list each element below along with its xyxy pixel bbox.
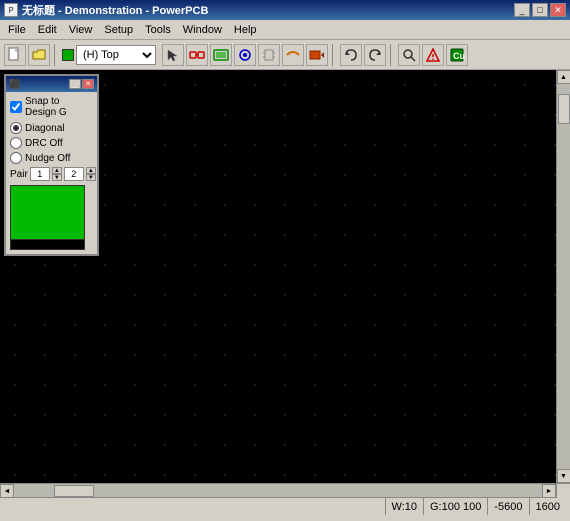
- maximize-button[interactable]: □: [532, 3, 548, 17]
- open-button[interactable]: [28, 44, 50, 66]
- pair-row: Pair ▲ ▼ ▲ ▼: [10, 167, 93, 181]
- title-bar: P 无标题 - Demonstration - PowerPCB _ □ ✕: [0, 0, 570, 20]
- float-panel-min[interactable]: _: [69, 79, 81, 89]
- scroll-v-thumb[interactable]: [558, 94, 570, 124]
- snap-label: Snap to Design G: [25, 96, 93, 118]
- canvas-area[interactable]: ⬛ _ ✕ Snap to Design G Diagonal DRC O: [0, 70, 556, 483]
- status-y-text: 1600: [536, 501, 560, 513]
- scroll-up-button[interactable]: ▲: [557, 70, 570, 84]
- find-button[interactable]: [398, 44, 420, 66]
- title-bar-controls: _ □ ✕: [514, 3, 566, 17]
- status-g: G:100 100: [424, 498, 488, 515]
- scroll-down-button[interactable]: ▼: [557, 469, 570, 483]
- minimize-button[interactable]: _: [514, 3, 530, 17]
- pair-down-2[interactable]: ▼: [86, 174, 96, 181]
- diagonal-row: Diagonal: [10, 122, 93, 134]
- layer-select-area: (H) Top (H) Bottom: [62, 45, 156, 65]
- pair-spin-2: ▲ ▼: [86, 167, 96, 181]
- pointer-button[interactable]: [162, 44, 184, 66]
- trace-button[interactable]: [282, 44, 304, 66]
- float-panel-title: ⬛ _ ✕: [6, 76, 97, 92]
- drc-row: DRC Off: [10, 137, 93, 149]
- copper-button[interactable]: [210, 44, 232, 66]
- separator-1: [54, 44, 58, 66]
- status-y: 1600: [530, 498, 566, 515]
- drc-label: DRC Off: [25, 138, 63, 149]
- scroll-left-button[interactable]: ◄: [0, 484, 14, 498]
- nudge-radio[interactable]: [10, 152, 22, 164]
- color-swatch-green[interactable]: [10, 185, 85, 240]
- title-bar-left: P 无标题 - Demonstration - PowerPCB: [4, 2, 208, 18]
- nudge-row: Nudge Off: [10, 152, 93, 164]
- scroll-corner: [556, 484, 570, 498]
- status-bar: W:10 G:100 100 -5600 1600: [0, 497, 570, 515]
- color-swatch-black[interactable]: [10, 240, 85, 250]
- title-bar-text: 无标题 - Demonstration - PowerPCB: [22, 2, 208, 18]
- app-icon: P: [4, 3, 18, 17]
- pair-up-1[interactable]: ▲: [52, 167, 62, 174]
- drc-radio[interactable]: [10, 137, 22, 149]
- scrollbar-horizontal: ◄ ►: [0, 483, 570, 497]
- float-panel-close[interactable]: ✕: [82, 79, 94, 89]
- nudge-label: Nudge Off: [25, 153, 70, 164]
- menu-file[interactable]: File: [2, 22, 32, 38]
- scroll-v-track[interactable]: [557, 84, 570, 469]
- menu-window[interactable]: Window: [177, 22, 228, 38]
- toolbar: (H) Top (H) Bottom: [0, 40, 570, 70]
- pair-spin-1: ▲ ▼: [52, 167, 62, 181]
- menu-edit[interactable]: Edit: [32, 22, 63, 38]
- status-x-text: -5600: [494, 501, 522, 513]
- float-panel-controls: _ ✕: [69, 79, 94, 89]
- pair-input-2[interactable]: [64, 167, 84, 181]
- status-g-text: G:100 100: [430, 501, 481, 513]
- via-button[interactable]: [234, 44, 256, 66]
- diagonal-radio[interactable]: [10, 122, 22, 134]
- menu-bar: File Edit View Setup Tools Window Help: [0, 20, 570, 40]
- scrollbar-vertical: ▲ ▼: [556, 70, 570, 483]
- new-button[interactable]: [4, 44, 26, 66]
- float-panel-title-text: ⬛: [9, 79, 20, 90]
- route-button[interactable]: [186, 44, 208, 66]
- pair-down-1[interactable]: ▼: [52, 174, 62, 181]
- undo-button[interactable]: [340, 44, 362, 66]
- component-button[interactable]: [258, 44, 280, 66]
- fill-button[interactable]: [306, 44, 328, 66]
- status-w: W:10: [386, 498, 424, 515]
- menu-tools[interactable]: Tools: [139, 22, 177, 38]
- separator-2: [332, 44, 336, 66]
- rules-button[interactable]: [422, 44, 444, 66]
- status-empty: [4, 498, 386, 515]
- menu-help[interactable]: Help: [228, 22, 263, 38]
- snap-checkbox[interactable]: [10, 101, 22, 113]
- pair-up-2[interactable]: ▲: [86, 167, 96, 174]
- menu-view[interactable]: View: [63, 22, 99, 38]
- pair-input-1[interactable]: [30, 167, 50, 181]
- svg-text:Cu: Cu: [453, 51, 465, 61]
- float-panel-content: Snap to Design G Diagonal DRC Off Nudge …: [6, 92, 97, 254]
- layer-color-dot: [62, 49, 74, 61]
- redo-button[interactable]: [364, 44, 386, 66]
- float-panel: ⬛ _ ✕ Snap to Design G Diagonal DRC O: [4, 74, 99, 256]
- pair-label: Pair: [10, 169, 28, 180]
- scroll-h-track[interactable]: [14, 484, 542, 497]
- diagonal-label: Diagonal: [25, 123, 64, 134]
- main-area: ⬛ _ ✕ Snap to Design G Diagonal DRC O: [0, 70, 570, 483]
- scroll-right-button[interactable]: ►: [542, 484, 556, 498]
- snap-row: Snap to Design G: [10, 96, 93, 118]
- status-w-text: W:10: [392, 501, 417, 513]
- layer-dropdown[interactable]: (H) Top (H) Bottom: [76, 45, 156, 65]
- scroll-h-thumb[interactable]: [54, 485, 94, 497]
- status-x: -5600: [488, 498, 529, 515]
- separator-3: [390, 44, 394, 66]
- copper2-button[interactable]: Cu: [446, 44, 468, 66]
- close-button[interactable]: ✕: [550, 3, 566, 17]
- menu-setup[interactable]: Setup: [98, 22, 139, 38]
